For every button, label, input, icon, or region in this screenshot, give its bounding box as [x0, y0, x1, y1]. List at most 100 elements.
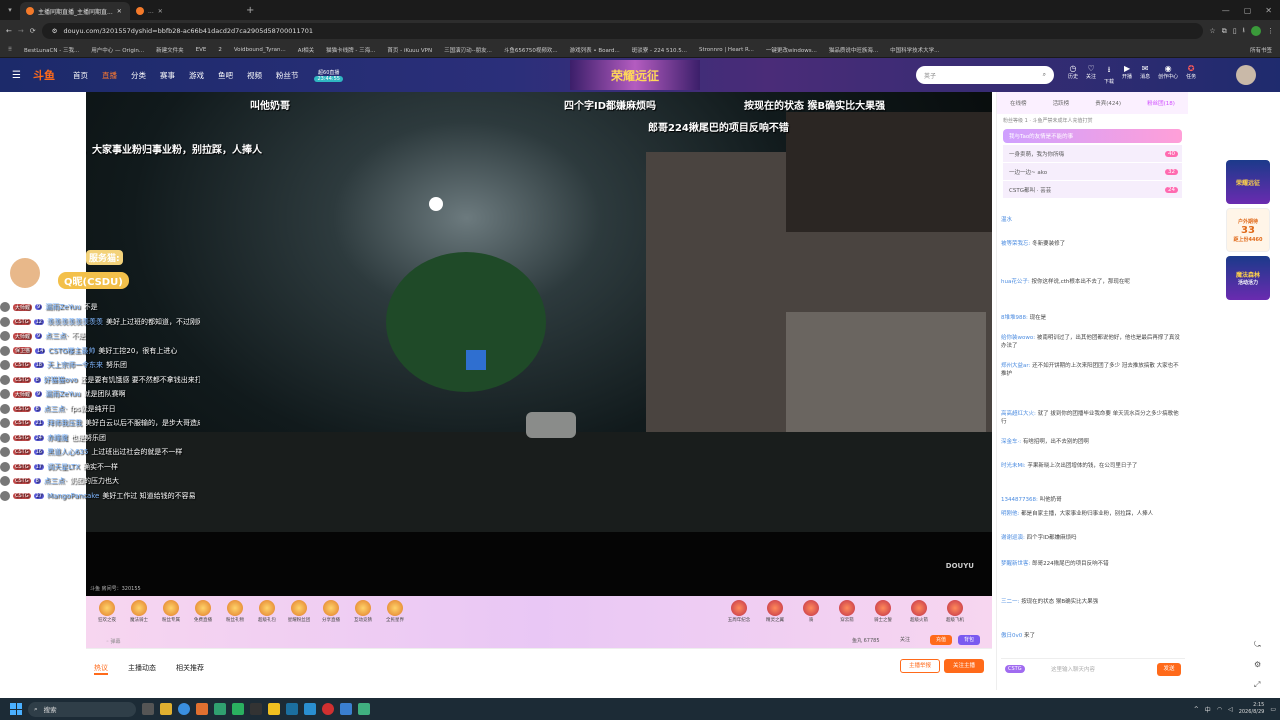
rank-row[interactable]: 一边一边~ ako 32 [1003, 163, 1182, 181]
app-icon[interactable] [340, 703, 352, 715]
bookmark-star-icon[interactable]: ☆ [1209, 27, 1215, 35]
gift-item[interactable]: 粉丝专属 [158, 600, 184, 623]
taskbar-clock[interactable]: 2:15 2026/8/29 [1239, 702, 1265, 716]
rank-row[interactable]: CSTG都叫 · 芸芸 24 [1003, 181, 1182, 199]
volume-icon[interactable]: ◁ [1228, 706, 1233, 713]
browser-tab[interactable]: ... ✕ [130, 2, 240, 20]
header-download[interactable]: ⭳ 下载 [1104, 64, 1114, 85]
gift-item[interactable]: 粉丝礼物 [222, 600, 248, 623]
app-icon[interactable] [268, 703, 280, 715]
chat-username[interactable]: 赤瞳魔 [47, 433, 68, 443]
chat-avatar[interactable] [0, 345, 10, 356]
bookmark-item[interactable]: AI相关 [298, 46, 314, 54]
bookmark-item[interactable]: Voidbound_Tyran... [234, 47, 286, 53]
tab-active-rank[interactable]: 活跃榜 [1053, 99, 1070, 107]
back-icon[interactable]: ← [6, 27, 12, 35]
chat-username[interactable]: 高高超红大火: [1001, 411, 1036, 417]
sidebar-icon[interactable]: ▯ [1233, 27, 1237, 35]
tab-streamer-feed[interactable]: 主播动态 [128, 663, 156, 673]
chat-username[interactable]: 漏雨ZeYuu [45, 389, 80, 399]
header-history[interactable]: ◷ 历史 [1068, 64, 1078, 85]
user-avatar[interactable] [1236, 65, 1256, 85]
gift-item[interactable]: 精灵之翼 [762, 600, 788, 623]
chat-avatar[interactable] [0, 316, 10, 327]
gift-item[interactable]: 互动竞猜 [350, 600, 376, 623]
chat-avatar[interactable] [0, 389, 10, 400]
chat-username[interactable]: CSTG楼主最帅 [48, 346, 95, 356]
chat-username[interactable]: 好猫猫ovo [44, 375, 78, 385]
side-card-forest[interactable]: 魔法森林 活动活力 [1226, 256, 1270, 300]
chat-username[interactable]: 时光未Mi: [1001, 463, 1026, 469]
header-broadcast[interactable]: ▶ 开播 [1122, 64, 1132, 85]
activity-banner[interactable]: 我与Tao的友情是不能的事 [1003, 129, 1182, 143]
bookmark-item[interactable]: 三国演刃动--朋友... [444, 46, 492, 54]
address-bar[interactable]: ⚙ douyu.com/3201557dyshid=bbfb28-ac66b41… [41, 23, 1204, 39]
gift-item[interactable]: 免费直播 [190, 600, 216, 623]
chat-input[interactable]: 这里输入聊天内容 [1051, 665, 1095, 673]
header-tasks[interactable]: ✪ 任务 [1186, 64, 1196, 85]
backpack-button[interactable]: 背包 [958, 635, 980, 645]
app-icon[interactable] [304, 703, 316, 715]
chat-username[interactable]: 黑道人心635 [47, 447, 88, 457]
minimize-icon[interactable]: — [1222, 6, 1230, 15]
terminal-icon[interactable] [250, 703, 262, 715]
bookmark-item[interactable]: 2 [218, 47, 222, 53]
steam-icon[interactable] [286, 703, 298, 715]
bookmark-item[interactable]: 猫猫卡线牌 - 三海... [326, 46, 375, 54]
feedback-icon[interactable]: ⤿ [1254, 640, 1261, 650]
close-window-icon[interactable]: ✕ [1265, 6, 1272, 15]
bookmark-item[interactable]: BestLunaCN - 三我... [24, 46, 79, 54]
chrome-icon[interactable] [178, 703, 190, 715]
chat-username[interactable]: 谢谢巡演: [1001, 535, 1025, 541]
gift-item[interactable]: 穿云箭 [834, 600, 860, 623]
video-player[interactable]: 叫他奶哥 四个字ID都嫌麻烦吗 按现在的状态 猴B确实比大果强 郎哥224揪尾巴… [86, 92, 992, 596]
chat-username[interactable]: 梦醒新世客: [1001, 561, 1030, 567]
header-messages[interactable]: ✉ 消息 [1140, 64, 1150, 85]
event-banner[interactable]: 荣耀远征 [570, 60, 700, 90]
chat-username[interactable]: 温水 [1001, 217, 1012, 223]
bookmark-item[interactable]: 首页 - iKuuu VPN [387, 46, 432, 54]
header-follow[interactable]: ♡ 关注 [1086, 64, 1096, 85]
nav-games[interactable]: 游戏 [189, 70, 204, 81]
download-icon[interactable]: ⭳ [1243, 26, 1245, 37]
forward-icon[interactable]: → [18, 27, 24, 35]
chat-avatar[interactable] [0, 490, 10, 501]
chat-username[interactable]: 羡羡羡羡羡羡羡羡 [47, 317, 103, 327]
close-tab-icon[interactable]: ✕ [117, 8, 122, 15]
chat-avatar[interactable] [0, 403, 10, 414]
site-search-input[interactable]: 英子 ⌕ [916, 66, 1054, 84]
chat-username[interactable]: 1344877368: [1001, 497, 1038, 503]
chat-username[interactable]: 被等荣我忘: [1001, 241, 1030, 247]
chat-username[interactable]: 点三点· [45, 331, 68, 341]
chat-avatar[interactable] [0, 432, 10, 443]
chat-username[interactable]: MangoPancake [47, 492, 99, 500]
gift-item[interactable]: 分享直播 [318, 600, 344, 623]
bookmark-item[interactable]: 游戏列表 • Board... [570, 46, 620, 54]
bookmark-item[interactable]: 斗鱼656750视频欢... [504, 46, 558, 54]
douyu-logo[interactable]: 斗鱼 [33, 67, 55, 83]
bookmark-item[interactable]: 中国科学技术大学... [890, 46, 939, 54]
tab-fan-club[interactable]: 粉丝团(18) [1147, 99, 1175, 107]
chat-avatar[interactable] [0, 418, 10, 429]
nav-home[interactable]: 首页 [73, 70, 88, 81]
chat-avatar[interactable] [0, 331, 10, 342]
bookmark-item[interactable]: Stronnro | Heart R... [699, 47, 754, 53]
tab-discussion[interactable]: 热议 [94, 663, 108, 675]
gift-item[interactable]: 魔法骑士 [126, 600, 152, 623]
wifi-icon[interactable]: ◠ [1217, 706, 1222, 713]
rank-row[interactable]: 一身卖萌，我为你所嗨 40 [1003, 145, 1182, 163]
close-tab-icon[interactable]: ✕ [158, 8, 163, 15]
tray-chevron-icon[interactable]: ^ [1194, 706, 1199, 713]
reload-icon[interactable]: ⟳ [30, 27, 36, 35]
chat-username[interactable]: 三二一: [1001, 599, 1019, 605]
send-button[interactable]: 发送 [1157, 663, 1181, 676]
chat-badge[interactable]: CSTG [1005, 665, 1025, 673]
bookmark-item[interactable]: EVE [196, 47, 207, 53]
gift-item[interactable]: 骑士之誓 [870, 600, 896, 623]
app-icon[interactable] [196, 703, 208, 715]
all-bookmarks[interactable]: 所有书签 [1250, 46, 1272, 54]
gift-item[interactable]: 全民星界 [382, 600, 408, 623]
taskbar-search[interactable]: ⌕ 搜索 [28, 701, 136, 717]
bookmark-item[interactable]: 斑驳寮 - 224 510.5... [632, 46, 687, 54]
app-icon[interactable] [358, 703, 370, 715]
